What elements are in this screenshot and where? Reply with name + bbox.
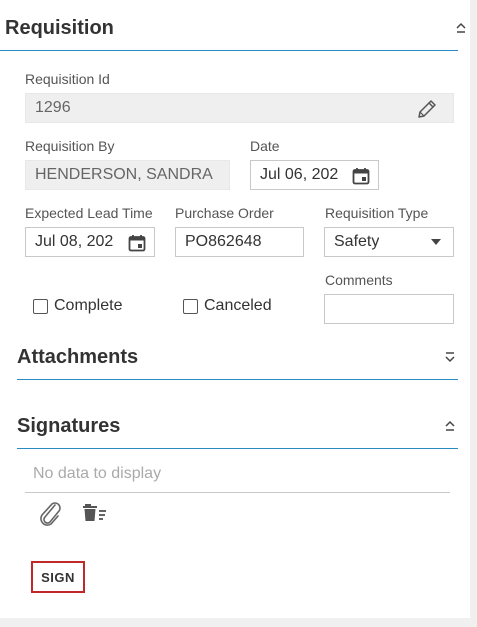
date-input[interactable]: Jul 06, 202 [250,160,379,190]
attachments-section-header[interactable]: Attachments [17,338,458,380]
complete-label: Complete [54,297,123,314]
requisition-panel: Requisition Requisition Id 1296 Requisit… [0,0,470,618]
requisition-by-value: HENDERSON, SANDRA [35,166,213,183]
collapse-icon[interactable] [444,420,456,432]
calendar-icon[interactable] [352,167,370,185]
requisition-by-field: HENDERSON, SANDRA [25,160,230,190]
requisition-type-select[interactable]: Safety [324,227,454,257]
requisition-type-value: Safety [334,233,380,250]
calendar-icon[interactable] [128,234,146,252]
purchase-order-input[interactable]: PO862648 [175,227,304,257]
complete-checkbox[interactable]: Complete [33,297,122,315]
requisition-id-field: 1296 [25,93,454,123]
comments-input[interactable] [324,294,454,324]
purchase-order-label: Purchase Order [175,205,274,221]
requisition-type-label: Requisition Type [325,205,429,221]
no-data-text: No data to display [33,465,162,482]
grid-divider [25,492,450,493]
expected-lead-time-value: Jul 08, 202 [35,233,113,250]
date-value: Jul 06, 202 [260,166,338,183]
complete-checkbox-box[interactable] [33,298,48,314]
paperclip-icon[interactable] [37,499,65,527]
requisition-id-value: 1296 [35,99,71,116]
expected-lead-time-input[interactable]: Jul 08, 202 [25,227,155,257]
collapse-icon[interactable] [455,22,467,34]
expand-icon[interactable] [444,351,456,363]
purchase-order-value: PO862648 [185,233,262,250]
dropdown-arrow-icon[interactable] [431,239,441,245]
date-label: Date [250,138,280,154]
requisition-section-header[interactable]: Requisition [0,0,466,51]
requisition-title: Requisition [5,17,114,39]
canceled-label: Canceled [204,297,272,314]
delete-icon[interactable] [83,503,107,523]
requisition-id-label: Requisition Id [25,71,110,87]
requisition-by-label: Requisition By [25,138,115,154]
canceled-checkbox[interactable]: Canceled [183,297,272,315]
comments-label: Comments [325,272,393,288]
pencil-icon[interactable] [415,97,439,121]
sign-button[interactable]: SIGN [31,561,85,593]
attachments-title: Attachments [17,346,139,368]
signatures-title: Signatures [17,415,121,437]
signatures-section-header[interactable]: Signatures [17,407,458,449]
canceled-checkbox-box[interactable] [183,298,198,314]
expected-lead-time-label: Expected Lead Time [25,205,153,221]
